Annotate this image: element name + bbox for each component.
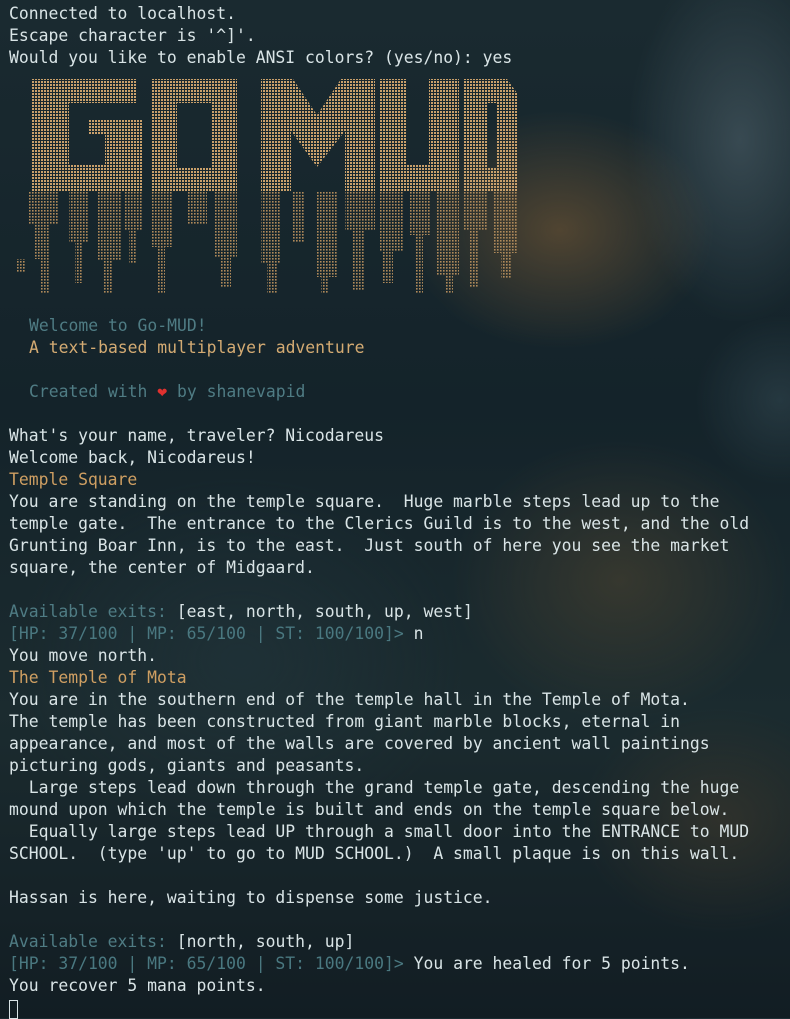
escape-character-line: Escape character is '^]'. <box>9 26 256 45</box>
tagline: A text-based multiplayer adventure <box>29 338 365 357</box>
credits-suffix: by shanevapid <box>177 382 306 401</box>
terminal-output: Connected to localhost. Escape character… <box>9 3 784 1019</box>
room-description-line: You are in the southern end of the templ… <box>9 690 690 709</box>
go-mud-logo-art <box>17 79 517 293</box>
input-line[interactable] <box>9 997 784 1019</box>
room-description-line: square, the center of Midgaard. <box>9 558 315 577</box>
ansi-colors-prompt: Would you like to enable ANSI colors? (y… <box>9 48 513 67</box>
room-title: The Temple of Mota <box>9 668 187 687</box>
command-input: n <box>403 624 424 643</box>
go-mud-logo <box>17 69 784 293</box>
room-description-line: picturing gods, giants and peasants. <box>9 756 365 775</box>
status-prompt: [HP: 37/100 | MP: 65/100 | ST: 100/100]> <box>9 954 404 973</box>
room-description-line: appearance, and most of the walls are co… <box>9 734 710 753</box>
name-prompt: What's your name, traveler? Nicodareus <box>9 426 384 445</box>
room-description-line: Grunting Boar Inn, is to the east. Just … <box>9 536 730 555</box>
room-description-line: You are standing on the temple square. H… <box>9 492 720 511</box>
welcome-back-message: Welcome back, Nicodareus! <box>9 448 256 467</box>
exits-list: [east, north, south, up, west] <box>176 602 473 621</box>
credits-line: Created with ❤ by shanevapid <box>9 381 784 403</box>
room-title: Temple Square <box>9 470 138 489</box>
heart-icon: ❤ <box>157 382 168 401</box>
room-description-line: The temple has been constructed from gia… <box>9 712 681 731</box>
connection-status: Connected to localhost. <box>9 4 236 23</box>
credits-prefix: Created with <box>29 382 148 401</box>
exits-label: Available exits: <box>9 602 167 621</box>
exits-list: [north, south, up] <box>176 932 355 951</box>
exits-line: Available exits: [north, south, up] <box>9 931 784 953</box>
move-message: You move north. <box>9 646 158 665</box>
room-description-line: Large steps lead down through the grand … <box>9 778 740 797</box>
npc-line: Hassan is here, waiting to dispense some… <box>9 888 493 907</box>
status-prompt-line: [HP: 37/100 | MP: 65/100 | ST: 100/100]>… <box>9 953 784 975</box>
room-description-line: mound upon which the temple is built and… <box>9 800 730 819</box>
mana-message: You recover 5 mana points. <box>9 976 266 995</box>
room-description-line: Equally large steps lead UP through a sm… <box>9 822 750 841</box>
room-description-line: temple gate. The entrance to the Clerics… <box>9 514 750 533</box>
welcome-message: Welcome to Go-MUD! <box>29 316 207 335</box>
terminal-cursor[interactable] <box>9 999 18 1019</box>
exits-line: Available exits: [east, north, south, up… <box>9 601 784 623</box>
status-prompt-line: [HP: 37/100 | MP: 65/100 | ST: 100/100]>… <box>9 623 784 645</box>
exits-label: Available exits: <box>9 932 167 951</box>
status-prompt: [HP: 37/100 | MP: 65/100 | ST: 100/100]> <box>9 624 404 643</box>
heal-message: You are healed for 5 points. <box>403 954 690 973</box>
room-description-line: SCHOOL. (type 'up' to go to MUD SCHOOL.)… <box>9 844 740 863</box>
